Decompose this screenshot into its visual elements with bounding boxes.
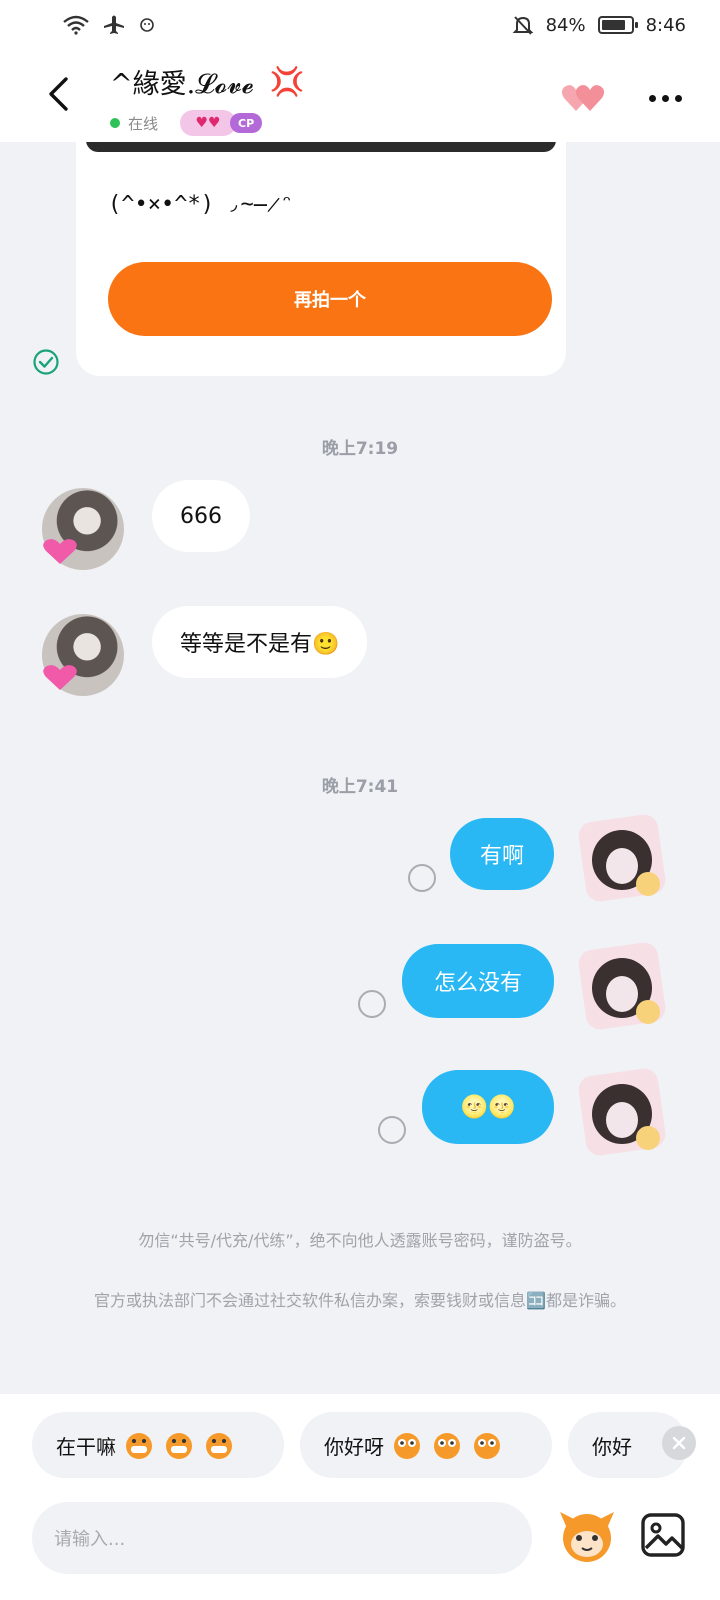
mascot-grin-icon (206, 1433, 232, 1459)
message-bubble-incoming[interactable]: 等等是不是有🙂 (152, 606, 368, 678)
more-button[interactable] (640, 78, 690, 118)
retake-button[interactable]: 再拍一个 (108, 262, 552, 336)
battery-icon (597, 16, 638, 34)
quick-reply-label: 你好 (592, 1434, 632, 1459)
message-bubble-outgoing[interactable]: 怎么没有 (402, 944, 554, 1018)
close-quick-replies-button[interactable] (662, 1426, 696, 1460)
battery-percent: 84% (545, 14, 586, 36)
safety-notice: 勿信“共号/代充/代练”，绝不向他人透露账号密码，谨防盗号。 (138, 1231, 582, 1250)
card-emoticon: (^•×•^*) ◞̴̶̷ᵔ (108, 192, 294, 217)
fraud-notice: 官方或执法部门不会通过社交软件私信办案，索要钱财或信息🈁都是诈骗。 (94, 1291, 626, 1310)
mascot-wave-icon (394, 1433, 420, 1459)
bell-muted-icon (512, 16, 533, 35)
message-input[interactable]: 请输入... (32, 1502, 532, 1574)
user-avatar[interactable] (574, 938, 670, 1034)
image-icon[interactable] (640, 1512, 686, 1558)
more-dot (661, 94, 669, 102)
battery-fill (601, 20, 626, 30)
back-button[interactable] (36, 72, 80, 116)
mascot-wave-icon (434, 1433, 460, 1459)
message-bubble-incoming[interactable]: 666 (152, 480, 250, 552)
close-icon (672, 1436, 686, 1450)
online-indicator (110, 118, 120, 128)
quick-reply-label: 你好呀 (324, 1434, 384, 1459)
mascot-grin-icon (126, 1433, 152, 1459)
heart-sticker-icon (43, 539, 77, 564)
unread-indicator (358, 990, 386, 1018)
intimacy-button[interactable] (560, 78, 610, 118)
wifi-icon (63, 15, 89, 35)
cp-badge[interactable]: ♥♥ CP (180, 110, 263, 136)
double-heart-icon (561, 85, 605, 111)
contact-avatar[interactable] (42, 488, 124, 570)
quick-reply-chip[interactable]: 你好呀 (300, 1412, 552, 1478)
more-dot (674, 94, 682, 102)
status-bar: 84% 8:46 (0, 0, 720, 50)
chevron-left-icon (49, 77, 68, 111)
more-dot (648, 94, 656, 102)
contact-name[interactable]: ^緣愛.𝓛𝓸𝓿𝓮 (110, 62, 254, 101)
mascot-sticker-icon[interactable] (556, 1504, 618, 1566)
chat-header: ^緣愛.𝓛𝓸𝓿𝓮 💢 在线 ♥♥ CP (0, 50, 720, 142)
mascot-wave-icon (474, 1433, 500, 1459)
message-bubble-outgoing[interactable]: 🌝🌝 (422, 1070, 554, 1144)
heart-sticker-icon (43, 665, 77, 690)
unread-indicator (408, 864, 436, 892)
anger-emoji-icon: 💢 (269, 65, 305, 98)
clock: 8:46 (645, 14, 686, 36)
contact-avatar[interactable] (42, 614, 124, 696)
mascot-grin-icon (166, 1433, 192, 1459)
unread-indicator (378, 1116, 406, 1144)
message-bubble-outgoing[interactable]: 有啊 (450, 818, 554, 890)
airplane-icon (104, 15, 124, 34)
timestamp: 晚上7:19 (321, 439, 399, 459)
cp-label: CP (230, 113, 263, 133)
composer: 在干嘛 你好呀 你好 请输入... (0, 1394, 720, 1600)
user-avatar[interactable] (574, 810, 670, 906)
hearts-icon: ♥♥ (180, 110, 237, 136)
quick-reply-label: 在干嘛 (56, 1434, 116, 1459)
timestamp: 晚上7:41 (321, 777, 399, 797)
mascot-notify-icon (140, 18, 154, 32)
user-avatar[interactable] (574, 1064, 670, 1160)
quick-reply-chip[interactable]: 在干嘛 (32, 1412, 284, 1478)
check-circle-icon (33, 349, 59, 375)
online-status: 在线 (128, 114, 159, 133)
